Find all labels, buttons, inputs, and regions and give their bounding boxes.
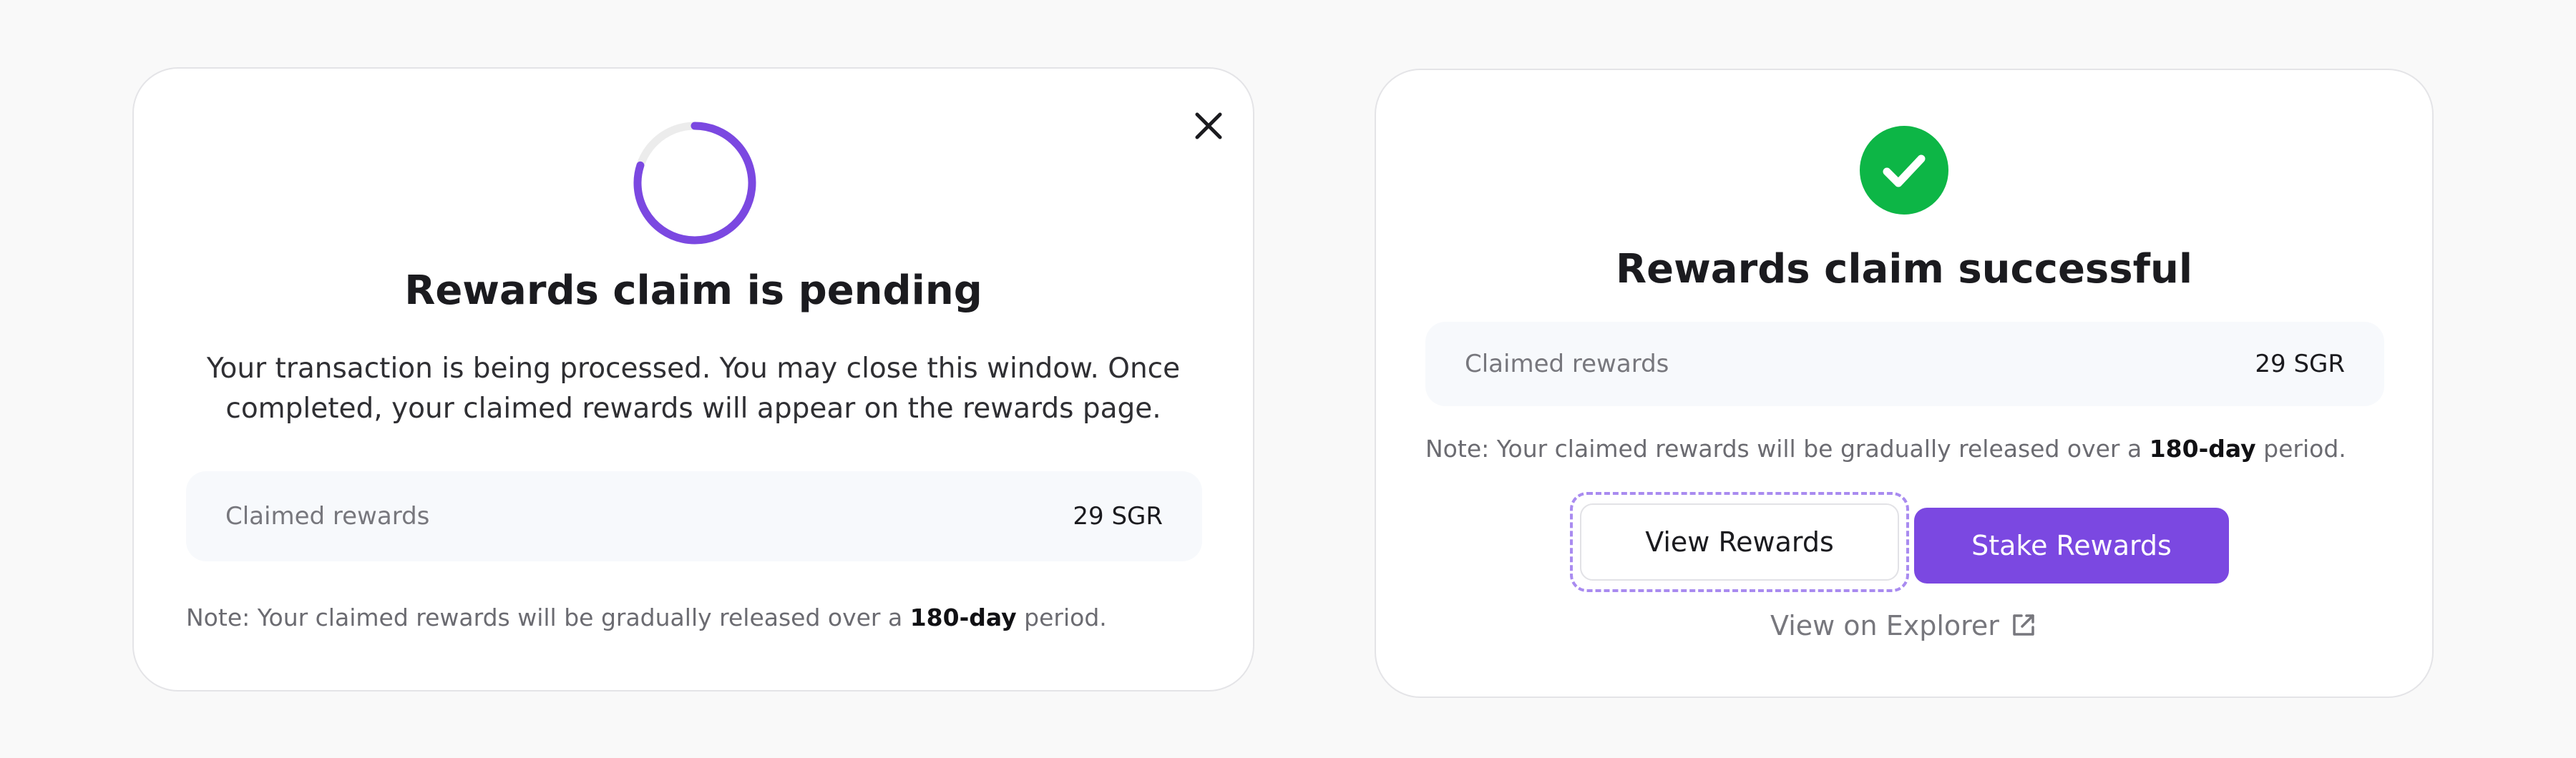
release-note-suffix: period. <box>2255 435 2346 463</box>
view-on-explorer-label: View on Explorer <box>1770 610 1999 641</box>
pending-description-line-2: completed, your claimed rewards will app… <box>225 393 1161 425</box>
claimed-rewards-value: 29 SGR <box>2255 350 2345 378</box>
release-note-suffix: period. <box>1016 604 1107 631</box>
view-rewards-button[interactable]: View Rewards <box>1580 503 1899 581</box>
pending-description-line-1: Your transaction is being processed. You… <box>206 353 1181 385</box>
stake-rewards-button[interactable]: Stake Rewards <box>1914 508 2229 584</box>
claimed-rewards-label: Claimed rewards <box>225 502 430 531</box>
pending-modal: Rewards claim is pending Your transactio… <box>132 67 1254 691</box>
pending-title: Rewards claim is pending <box>404 267 982 314</box>
claimed-rewards-label: Claimed rewards <box>1465 350 1669 378</box>
release-note-duration: 180-day <box>909 604 1017 631</box>
release-note: Note: Your claimed rewards will be gradu… <box>186 604 1107 631</box>
pending-description: Your transaction is being processed. You… <box>191 349 1196 429</box>
claimed-rewards-value: 29 SGR <box>1073 502 1163 531</box>
check-circle-icon <box>1860 126 1948 215</box>
success-title: Rewards claim successful <box>1615 246 2193 292</box>
claimed-rewards-box: Claimed rewards 29 SGR <box>186 471 1202 561</box>
release-note-duration: 180-day <box>2149 435 2256 463</box>
close-icon[interactable] <box>1187 104 1230 147</box>
release-note: Note: Your claimed rewards will be gradu… <box>1425 435 2346 463</box>
view-on-explorer-link[interactable]: View on Explorer <box>1376 610 2432 641</box>
claimed-rewards-box: Claimed rewards 29 SGR <box>1425 322 2384 406</box>
release-note-prefix: Note: Your claimed rewards will be gradu… <box>186 604 910 631</box>
success-modal: Rewards claim successful Claimed rewards… <box>1375 69 2434 698</box>
release-note-prefix: Note: Your claimed rewards will be gradu… <box>1425 435 2150 463</box>
loading-spinner-icon <box>630 119 759 247</box>
external-link-icon <box>2013 614 2034 636</box>
